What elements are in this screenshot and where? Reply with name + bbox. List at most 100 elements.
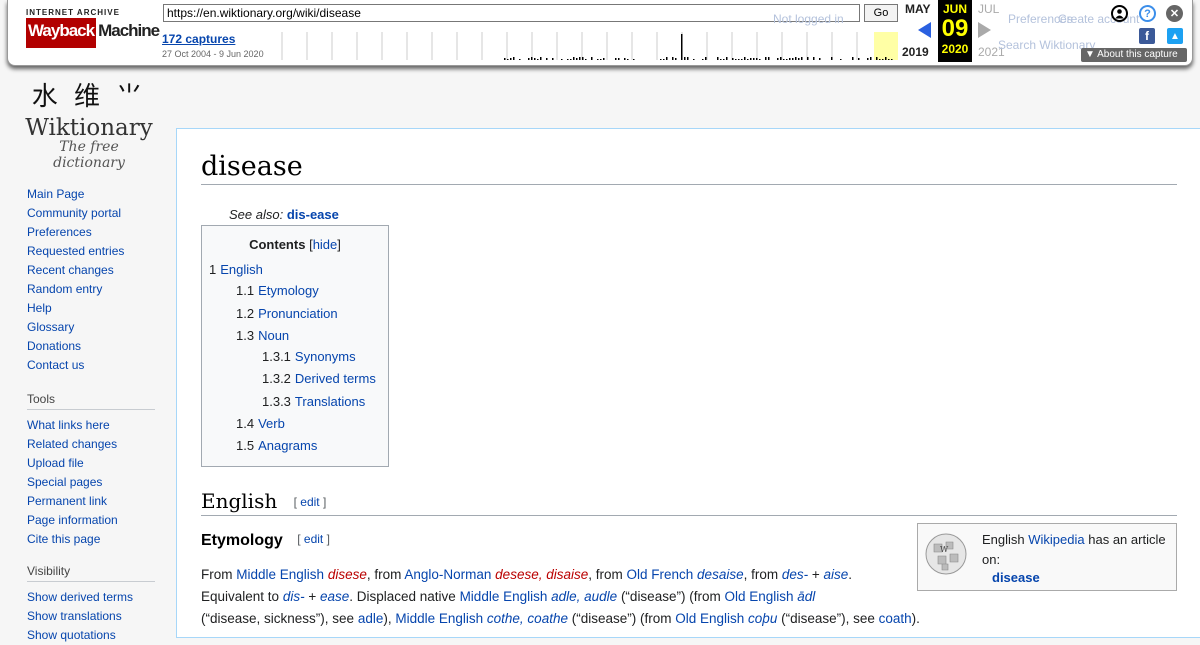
about-this-capture-button[interactable]: ▼ About this capture [1081,48,1187,62]
sparkline-capture-bar[interactable] [858,58,860,60]
sparkline-capture-bar[interactable] [540,57,542,60]
sparkline-capture-bar[interactable] [780,57,782,60]
sidebar-item-help[interactable]: Help [27,299,155,318]
sparkline-capture-bar[interactable] [666,57,668,60]
link-old-english[interactable]: Old English [724,589,793,604]
sidebar-item-requested-entries[interactable]: Requested entries [27,242,155,261]
sparkline-capture-bar[interactable] [576,58,578,60]
wayback-url-input[interactable] [163,4,860,22]
link-middle-english[interactable]: Middle English [236,567,324,582]
sparkline-capture-bar[interactable] [795,57,797,60]
sparkline-capture-bar[interactable] [633,59,635,60]
sparkline-capture-bar[interactable] [888,59,890,60]
sparkline-capture-bar[interactable] [786,59,788,60]
wayback-next-month[interactable]: JUL [978,2,999,16]
sparkline-capture-bar[interactable] [510,58,512,60]
toc-item-english[interactable]: 1 English [209,262,263,277]
sparkline-capture-bar[interactable] [519,59,521,60]
sparkline-capture-bar[interactable] [603,58,605,60]
toc-hide-link[interactable]: hide [313,237,338,252]
sparkline-capture-bar[interactable] [573,57,575,60]
close-icon[interactable]: ✕ [1166,5,1183,22]
twitter-icon[interactable]: ▲ [1167,28,1183,44]
sidebar-item-community-portal[interactable]: Community portal [27,204,155,223]
link-copu[interactable]: coþu [748,611,777,626]
sparkline-capture-bar[interactable] [750,58,752,60]
sparkline-capture-bar[interactable] [567,59,569,60]
sidebar-item-preferences[interactable]: Preferences [27,223,155,242]
sparkline-capture-bar[interactable] [876,57,878,60]
sidebar-item-permanent-link[interactable]: Permanent link [27,492,155,511]
see-also-link[interactable]: dis-ease [287,207,339,222]
wikipedia-link[interactable]: Wikipedia [1028,532,1084,547]
sidebar-item-cite-this-page[interactable]: Cite this page [27,530,155,549]
link-adl[interactable]: ādl [797,589,815,604]
sparkline-capture-bar[interactable] [537,59,539,60]
toc-item-pronunciation[interactable]: 1.2 Pronunciation [236,306,338,321]
link-old-english-2[interactable]: Old English [675,611,744,626]
sparkline-capture-bar[interactable] [618,58,620,60]
sparkline-capture-bar[interactable] [807,57,809,60]
sparkline-capture-bar[interactable] [534,58,536,60]
sparkline-capture-bar[interactable] [684,57,686,60]
sparkline-capture-bar[interactable] [756,58,758,60]
wayback-prev-month[interactable]: MAY [905,2,931,16]
sparkline-capture-bar[interactable] [624,58,626,60]
sparkline-capture-bar[interactable] [885,57,887,60]
sparkline-capture-bar[interactable] [579,57,581,60]
sidebar-item-contact-us[interactable]: Contact us [27,356,155,375]
sparkline-capture-bar[interactable] [693,59,695,60]
link-anglo-norman[interactable]: Anglo-Norman [404,567,491,582]
wikipedia-article-link[interactable]: disease [992,570,1040,585]
sidebar-item-related-changes[interactable]: Related changes [27,435,155,454]
sparkline-capture-bar[interactable] [813,57,815,60]
sparkline-capture-bar[interactable] [777,58,779,60]
sidebar-item-show-translations[interactable]: Show translations [27,607,155,626]
link-adle-2[interactable]: adle [358,611,384,626]
sparkline-capture-bar[interactable] [723,59,725,60]
link-cothe[interactable]: cothe, coathe [487,611,568,626]
sparkline-capture-bar[interactable] [591,57,593,60]
sparkline-capture-bar[interactable] [507,59,509,60]
sparkline-capture-bar[interactable] [546,58,548,60]
sparkline-capture-bar[interactable] [744,57,746,60]
toc-item-translations[interactable]: 1.3.3 Translations [262,394,365,409]
link-desese[interactable]: desese, disaise [495,567,588,582]
toc-item-synonyms[interactable]: 1.3.1 Synonyms [262,349,356,364]
sparkline-capture-bar[interactable] [867,58,869,60]
sparkline-capture-bar[interactable] [732,58,734,60]
wayback-capture-sparkline[interactable] [274,32,898,60]
sparkline-capture-bar[interactable] [891,59,893,60]
sparkline-capture-bar[interactable] [726,57,728,60]
sparkline-capture-bar[interactable] [663,59,665,60]
sparkline-capture-bar[interactable] [675,58,677,60]
wayback-captures-link[interactable]: 172 captures [162,32,235,46]
wayback-prev-year[interactable]: 2019 [902,45,929,59]
sparkline-capture-bar[interactable] [597,59,599,60]
sidebar-item-page-information[interactable]: Page information [27,511,155,530]
sidebar-item-special-pages[interactable]: Special pages [27,473,155,492]
sparkline-capture-bar[interactable] [552,58,554,60]
sparkline-capture-bar[interactable] [513,57,515,60]
sparkline-capture-bar[interactable] [717,57,719,60]
toc-item-noun[interactable]: 1.3 Noun [236,328,289,343]
toc-item-etymology[interactable]: 1.1 Etymology [236,283,319,298]
sparkline-capture-bar[interactable] [753,58,755,60]
sparkline-capture-bar[interactable] [627,59,629,60]
link-dis[interactable]: dis- [283,589,305,604]
sparkline-capture-bar[interactable] [882,59,884,60]
sparkline-capture-bar[interactable] [741,59,743,60]
sidebar-item-show-derived-terms[interactable]: Show derived terms [27,588,155,607]
sparkline-capture-bar[interactable] [789,58,791,60]
sparkline-capture-bar[interactable] [735,59,737,60]
sparkline-capture-bar[interactable] [687,57,689,60]
link-adle[interactable]: adle, audle [551,589,617,604]
edit-etymology-link[interactable]: edit [304,532,323,546]
sparkline-capture-bar[interactable] [759,59,761,60]
wayback-logo[interactable]: INTERNET ARCHIVE Wayback Machine [26,8,160,56]
sidebar-item-what-links-here[interactable]: What links here [27,416,155,435]
sparkline-capture-bar[interactable] [801,57,803,60]
sparkline-capture-bar[interactable] [747,59,749,60]
sparkline-capture-bar[interactable] [768,57,770,60]
sidebar-item-show-quotations[interactable]: Show quotations [27,626,155,645]
